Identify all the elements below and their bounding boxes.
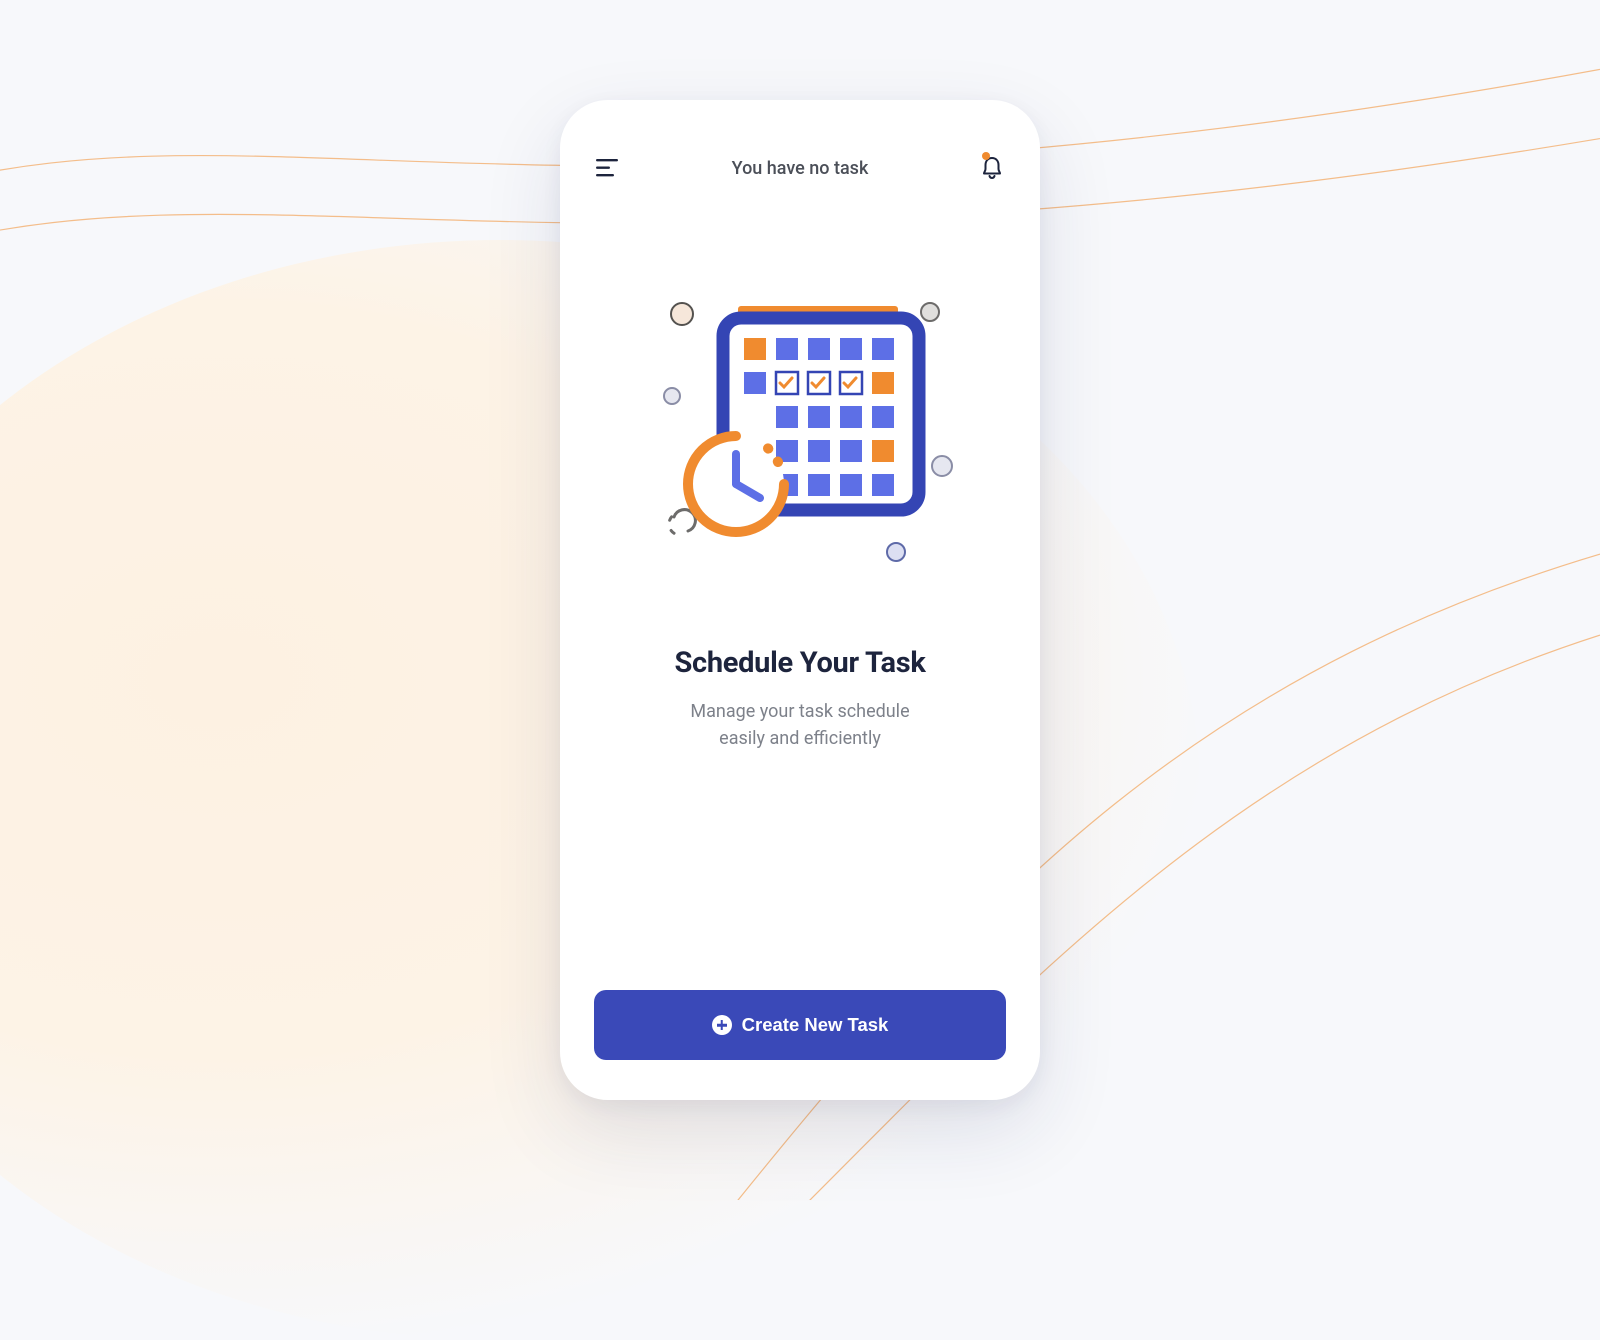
- menu-button[interactable]: [594, 154, 622, 182]
- empty-state-subheading: Manage your task schedule easily and eff…: [594, 698, 1006, 752]
- empty-state-heading: Schedule Your Task: [594, 646, 1006, 680]
- subheading-line-2: easily and efficiently: [719, 728, 881, 749]
- notifications-button[interactable]: [978, 154, 1006, 182]
- cta-label: Create New Task: [742, 1014, 889, 1036]
- phone-frame: You have no task: [560, 100, 1040, 1100]
- top-bar-title: You have no task: [732, 158, 869, 179]
- top-bar: You have no task: [594, 140, 1006, 196]
- subheading-line-1: Manage your task schedule: [690, 701, 909, 722]
- create-new-task-button[interactable]: Create New Task: [594, 990, 1006, 1060]
- menu-icon: [596, 159, 620, 177]
- plus-circle-icon: [712, 1015, 732, 1035]
- empty-state-illustration: [594, 276, 1006, 576]
- notification-dot: [982, 152, 990, 160]
- empty-state-text: Schedule Your Task Manage your task sche…: [594, 646, 1006, 752]
- calendar-clock-icon: [630, 276, 970, 576]
